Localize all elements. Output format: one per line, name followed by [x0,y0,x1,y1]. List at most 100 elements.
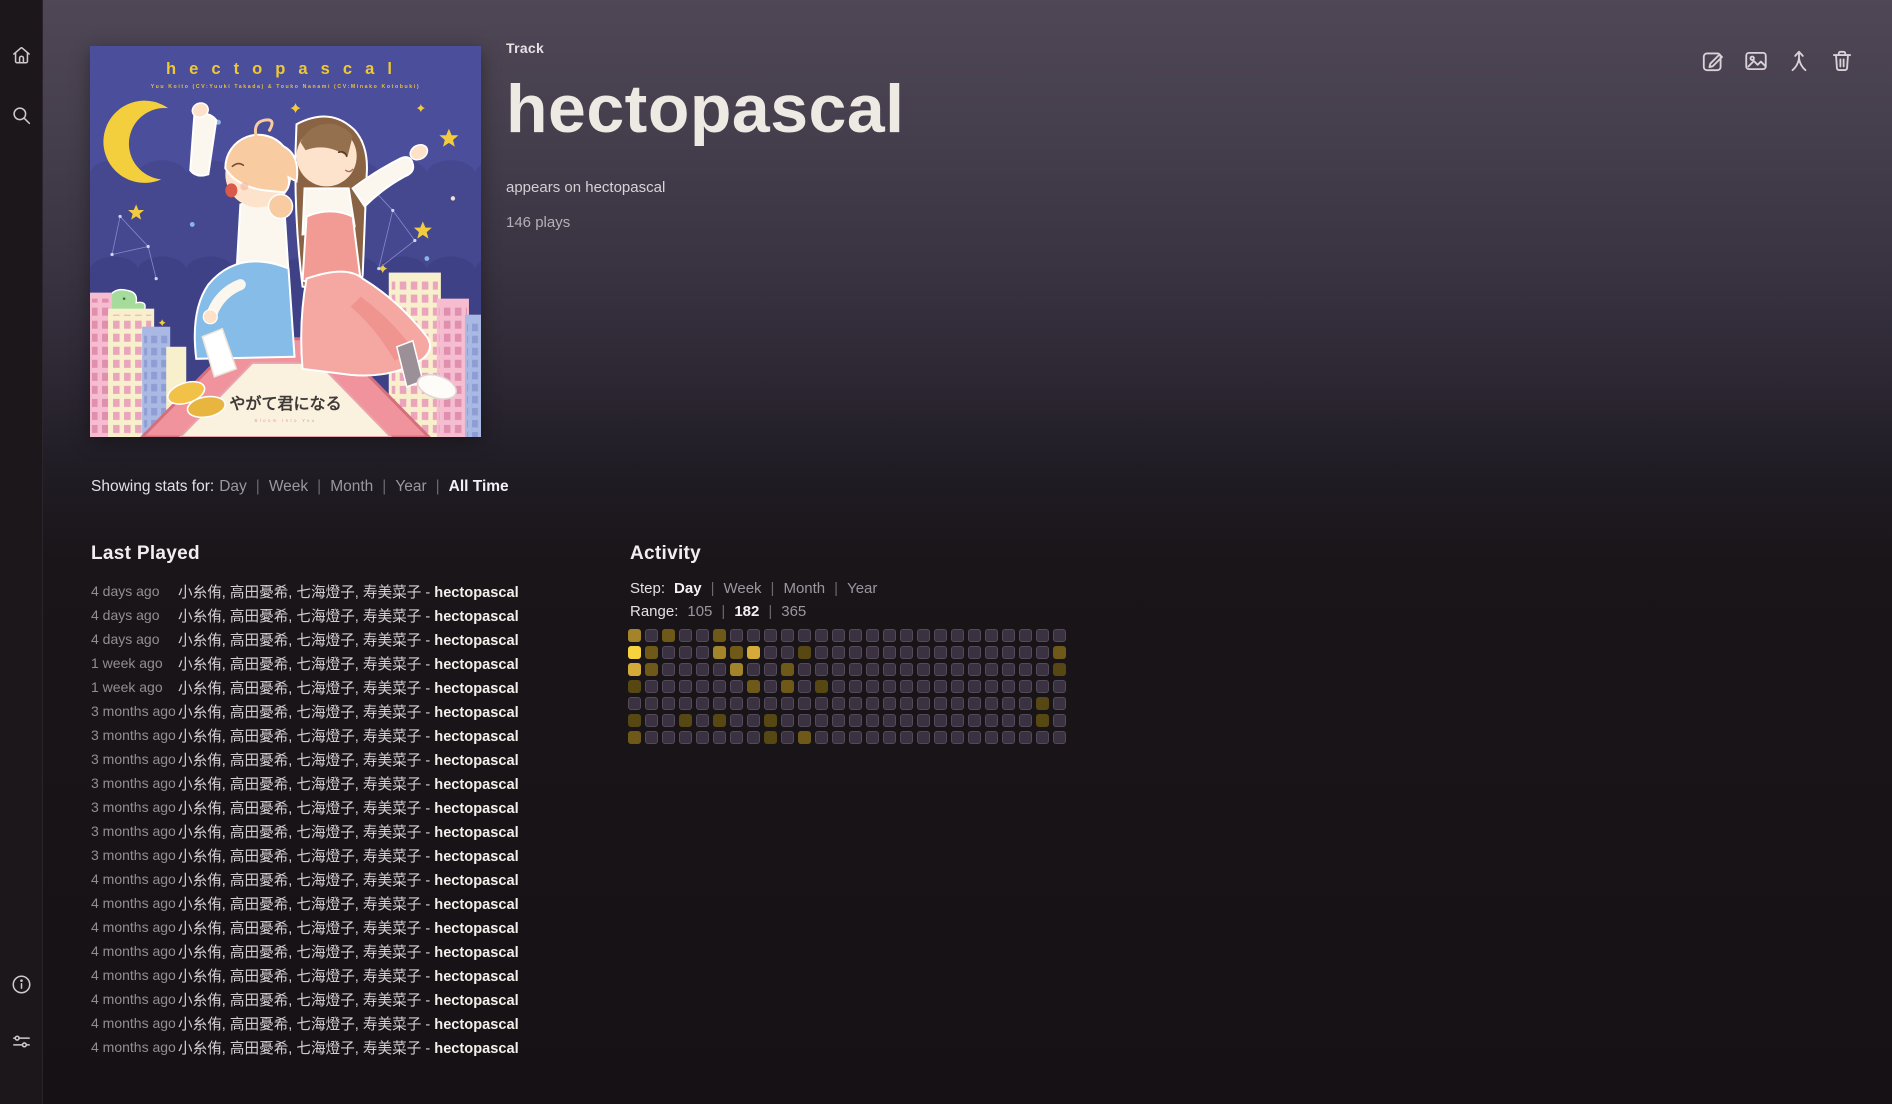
heatmap-cell[interactable] [968,697,981,710]
artist-link[interactable]: 寿美菜子 [363,729,421,745]
track-link[interactable]: hectopascal [434,897,518,913]
heatmap-cell[interactable] [849,680,862,693]
heatmap-cell[interactable] [934,629,947,642]
heatmap-cell[interactable] [764,680,777,693]
delete-icon[interactable] [1829,48,1855,74]
heatmap-cell[interactable] [815,697,828,710]
heatmap-cell[interactable] [1036,663,1049,676]
heatmap-cell[interactable] [934,646,947,659]
heatmap-cell[interactable] [900,629,913,642]
heatmap-cell[interactable] [747,697,760,710]
artist-link[interactable]: 小糸侑 [178,585,222,601]
heatmap-cell[interactable] [985,629,998,642]
stats-option-all-time[interactable]: All Time [449,478,509,495]
heatmap-cell[interactable] [985,731,998,744]
artist-link[interactable]: 寿美菜子 [363,921,421,937]
stats-option-year[interactable]: Year [395,478,426,495]
artist-link[interactable]: 小糸侑 [178,681,222,697]
artist-link[interactable]: 寿美菜子 [363,969,421,985]
heatmap-cell[interactable] [968,714,981,727]
heatmap-cell[interactable] [781,646,794,659]
track-link[interactable]: hectopascal [434,849,518,865]
artist-link[interactable]: 高田憂希 [230,681,288,697]
artist-link[interactable]: 寿美菜子 [363,657,421,673]
heatmap-cell[interactable] [628,629,641,642]
heatmap-cell[interactable] [985,697,998,710]
artist-link[interactable]: 小糸侑 [178,753,222,769]
track-link[interactable]: hectopascal [434,657,518,673]
heatmap-cell[interactable] [815,629,828,642]
track-link[interactable]: hectopascal [434,873,518,889]
step-option-day[interactable]: Day [674,580,702,597]
artist-link[interactable]: 七海燈子 [296,945,354,961]
heatmap-cell[interactable] [679,697,692,710]
artist-link[interactable]: 高田憂希 [230,873,288,889]
step-option-week[interactable]: Week [723,580,761,597]
range-option-182[interactable]: 182 [734,603,759,620]
heatmap-cell[interactable] [815,680,828,693]
heatmap-cell[interactable] [696,714,709,727]
heatmap-cell[interactable] [1019,697,1032,710]
heatmap-cell[interactable] [951,697,964,710]
heatmap-cell[interactable] [628,663,641,676]
heatmap-cell[interactable] [968,663,981,676]
heatmap-cell[interactable] [1002,731,1015,744]
heatmap-cell[interactable] [849,697,862,710]
heatmap-cell[interactable] [645,663,658,676]
heatmap-cell[interactable] [798,680,811,693]
heatmap-cell[interactable] [832,680,845,693]
heatmap-cell[interactable] [1036,697,1049,710]
heatmap-cell[interactable] [747,714,760,727]
heatmap-cell[interactable] [662,714,675,727]
heatmap-cell[interactable] [934,714,947,727]
heatmap-cell[interactable] [679,663,692,676]
range-option-105[interactable]: 105 [687,603,712,620]
heatmap-cell[interactable] [1019,646,1032,659]
artist-link[interactable]: 小糸侑 [178,825,222,841]
track-link[interactable]: hectopascal [434,945,518,961]
heatmap-cell[interactable] [883,646,896,659]
heatmap-cell[interactable] [934,680,947,693]
heatmap-cell[interactable] [849,731,862,744]
heatmap-cell[interactable] [866,680,879,693]
heatmap-cell[interactable] [628,731,641,744]
heatmap-cell[interactable] [696,680,709,693]
heatmap-cell[interactable] [1053,680,1066,693]
heatmap-cell[interactable] [815,646,828,659]
artist-link[interactable]: 高田憂希 [230,801,288,817]
artist-link[interactable]: 小糸侑 [178,921,222,937]
heatmap-cell[interactable] [883,663,896,676]
heatmap-cell[interactable] [764,731,777,744]
heatmap-cell[interactable] [1002,697,1015,710]
heatmap-cell[interactable] [662,629,675,642]
heatmap-cell[interactable] [1053,714,1066,727]
artist-link[interactable]: 七海燈子 [296,705,354,721]
heatmap-cell[interactable] [730,680,743,693]
heatmap-cell[interactable] [679,714,692,727]
heatmap-cell[interactable] [628,680,641,693]
heatmap-cell[interactable] [917,731,930,744]
heatmap-cell[interactable] [730,629,743,642]
heatmap-cell[interactable] [713,629,726,642]
artist-link[interactable]: 高田憂希 [230,729,288,745]
heatmap-cell[interactable] [985,714,998,727]
merge-icon[interactable] [1786,48,1812,74]
artist-link[interactable]: 七海燈子 [296,681,354,697]
heatmap-cell[interactable] [1019,680,1032,693]
heatmap-cell[interactable] [951,646,964,659]
heatmap-cell[interactable] [849,714,862,727]
track-link[interactable]: hectopascal [434,1041,518,1057]
artist-link[interactable]: 七海燈子 [296,873,354,889]
heatmap-cell[interactable] [866,629,879,642]
heatmap-cell[interactable] [968,629,981,642]
heatmap-cell[interactable] [696,697,709,710]
heatmap-cell[interactable] [1053,629,1066,642]
heatmap-cell[interactable] [849,663,862,676]
heatmap-cell[interactable] [645,646,658,659]
heatmap-cell[interactable] [1036,629,1049,642]
heatmap-cell[interactable] [730,663,743,676]
artist-link[interactable]: 高田憂希 [230,1017,288,1033]
artist-link[interactable]: 高田憂希 [230,945,288,961]
heatmap-cell[interactable] [832,697,845,710]
artist-link[interactable]: 小糸侑 [178,609,222,625]
